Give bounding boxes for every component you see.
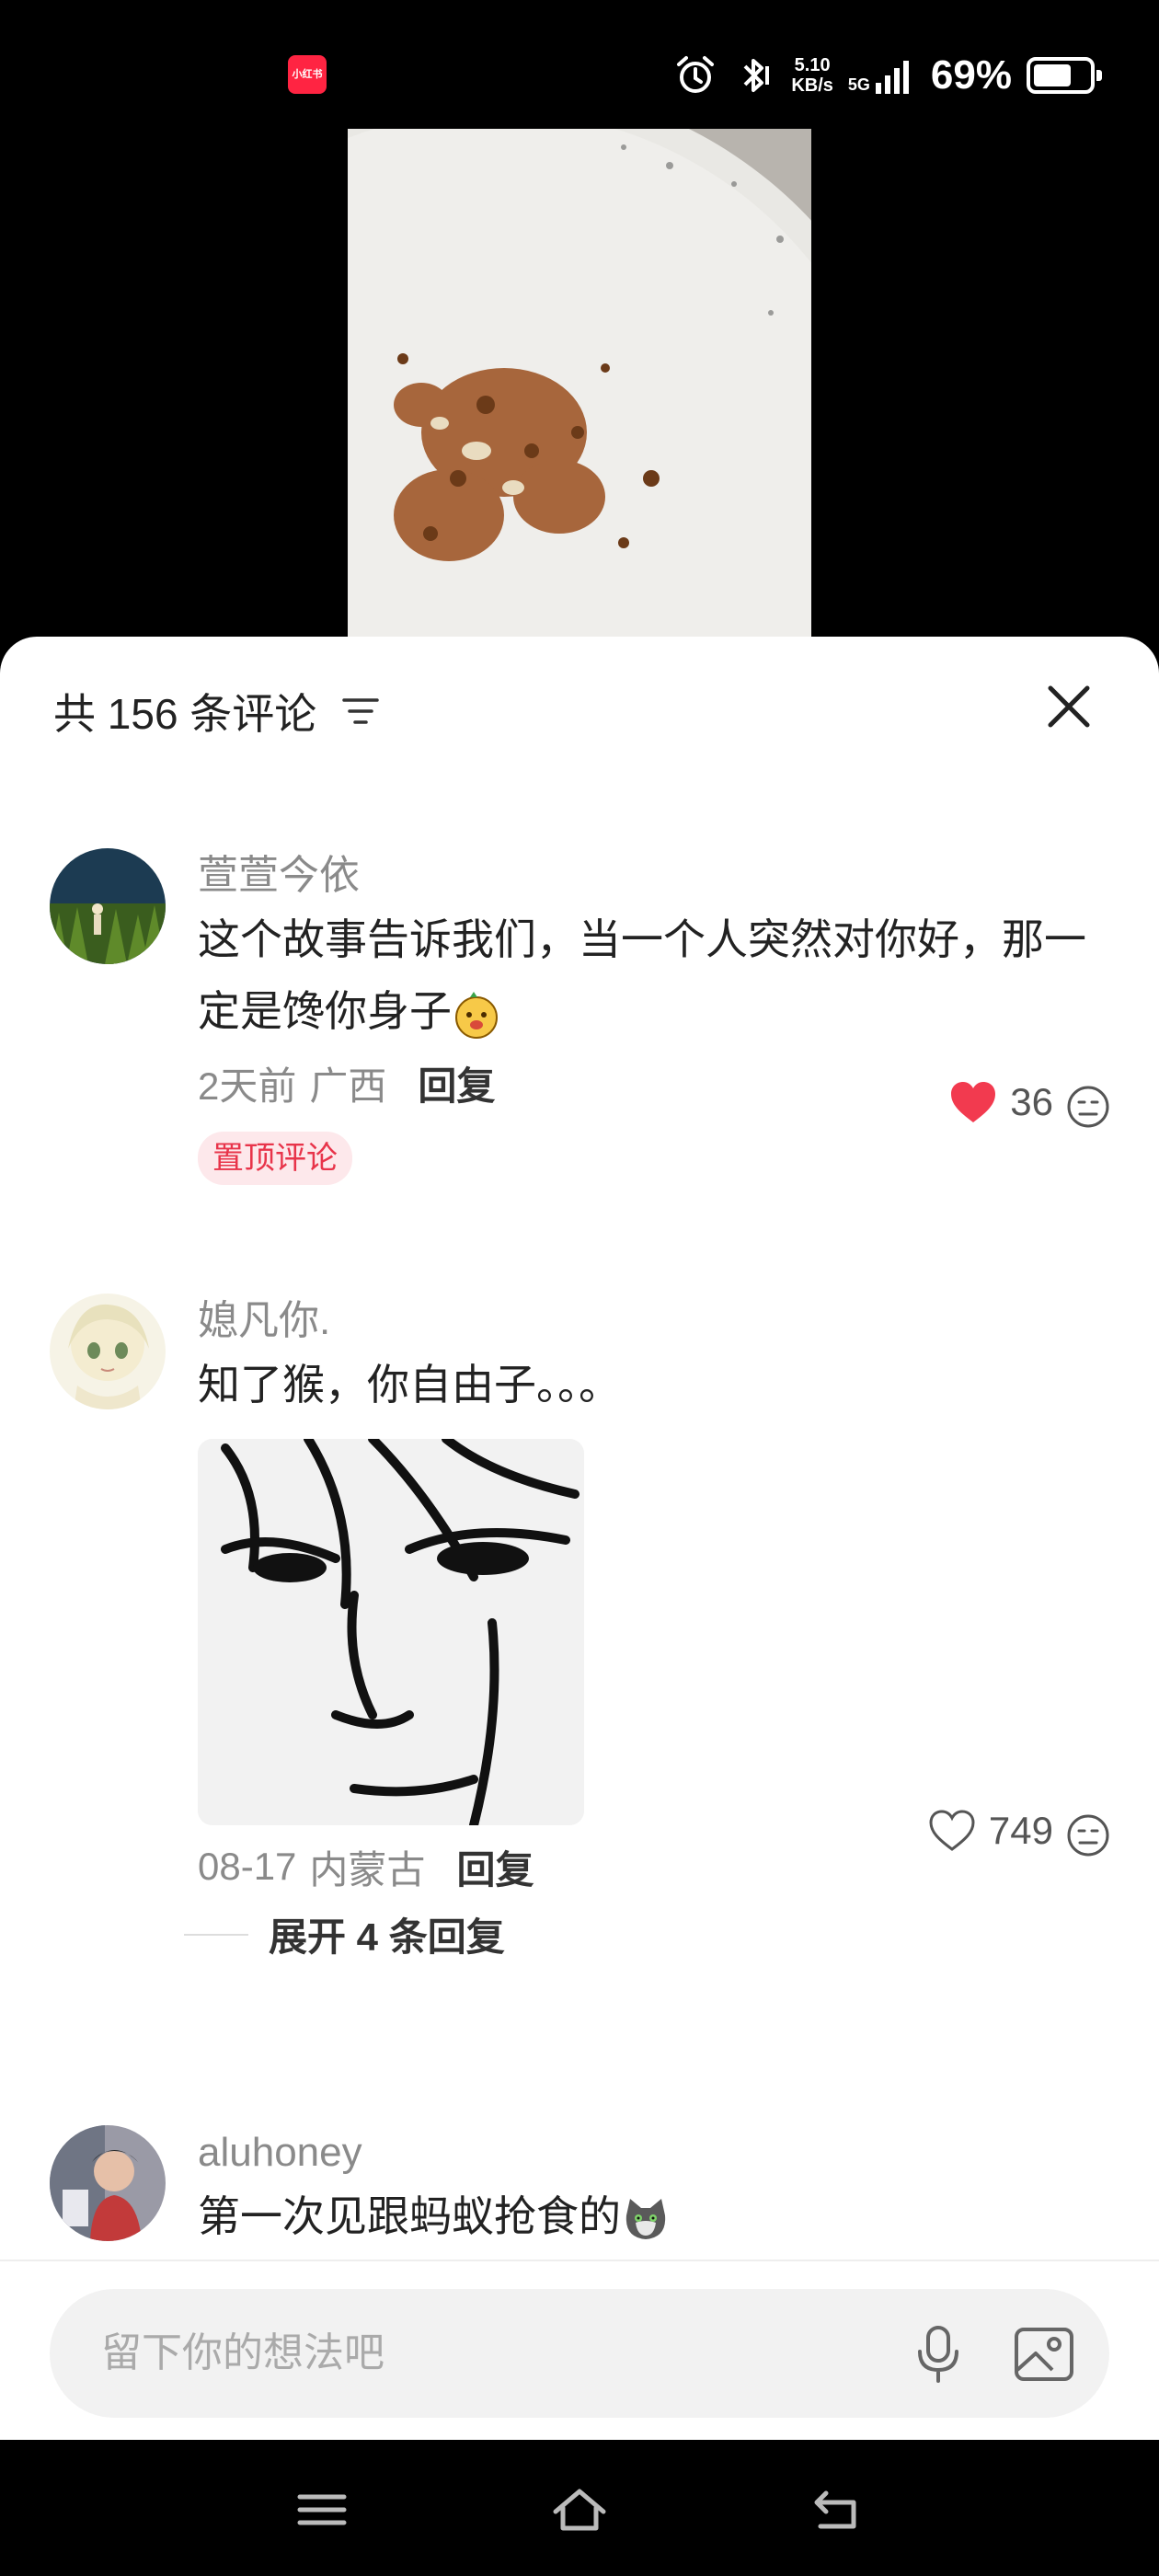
- close-icon[interactable]: [1041, 679, 1096, 734]
- net-speed: 5.10 KB/s: [791, 55, 833, 96]
- comment-text: 第一次见跟蚂蚁抢食的: [198, 2180, 1095, 2252]
- avatar-image: [50, 1294, 166, 1409]
- home-icon[interactable]: [550, 2480, 609, 2539]
- status-icons: 5.10 KB/s 5G 69%: [673, 48, 1102, 103]
- comment-text: 这个故事告诉我们，当一个人突然对你好，那一定是馋你身子: [198, 903, 1095, 1047]
- net-speed-unit: KB/s: [791, 75, 833, 96]
- system-nav-bar: [0, 2440, 1159, 2576]
- expand-replies-button[interactable]: 展开 4 条回复: [184, 1906, 505, 1962]
- avatar[interactable]: [50, 1294, 166, 1409]
- avatar[interactable]: [50, 2125, 166, 2241]
- battery-icon: [1027, 57, 1102, 94]
- reply-button[interactable]: 回复: [418, 1055, 495, 1111]
- smirk-emoji-icon: [455, 991, 498, 1039]
- comments-sheet: 共 156 条评论 萱萱今依 这个故事告诉我们，当一个人突然对你好，那一定是馋你…: [0, 637, 1159, 2440]
- alarm-icon: [677, 56, 715, 93]
- comment-input-bar: 留下你的想法吧: [0, 2260, 1159, 2440]
- bluetooth-icon: [743, 59, 770, 92]
- sort-icon[interactable]: [340, 691, 381, 731]
- post-media-image[interactable]: [348, 129, 811, 644]
- comment-input-placeholder: 留下你的想法吧: [101, 2330, 384, 2375]
- comment-text: 知了猴，你自由子。。。: [198, 1361, 621, 1409]
- emoji-reaction-icon[interactable]: [1065, 1084, 1111, 1130]
- comment-region: 广西: [309, 1064, 387, 1108]
- battery-percent: 69%: [930, 52, 1012, 98]
- heart-filled-icon: [951, 1082, 996, 1122]
- comment-region: 内蒙古: [309, 1847, 426, 1892]
- comment-date: 2天前: [198, 1064, 297, 1108]
- expand-divider: [184, 1933, 248, 1936]
- back-icon[interactable]: [808, 2480, 866, 2539]
- app-badge: 小红书: [288, 55, 327, 94]
- avatar-image: [50, 2125, 166, 2241]
- comments-header: 共 156 条评论: [53, 681, 381, 742]
- expand-replies-label: 展开 4 条回复: [269, 1915, 505, 1959]
- comment-sticker-image[interactable]: [198, 1439, 584, 1825]
- comment-body: 萱萱今依 这个故事告诉我们，当一个人突然对你好，那一定是馋你身子 2天前 广西 …: [198, 848, 1095, 1185]
- avatar[interactable]: [50, 848, 166, 964]
- comment-username[interactable]: 萱萱今依: [198, 848, 1095, 903]
- status-bar: 小红书 5.10 KB/s 5G 69%: [0, 0, 1159, 129]
- signal-group: 5G: [848, 57, 916, 94]
- comments-count: 共 156 条评论: [53, 690, 317, 738]
- menu-icon[interactable]: [293, 2480, 351, 2539]
- emoji-reaction-icon[interactable]: [1065, 1812, 1111, 1858]
- comment-text-content: 第一次见跟蚂蚁抢食的: [198, 2192, 621, 2240]
- pinned-badge: 置顶评论: [198, 1132, 352, 1185]
- network-type: 5G: [847, 75, 870, 94]
- comment-input[interactable]: 留下你的想法吧: [50, 2289, 1109, 2418]
- manga-face-sticker: [198, 1439, 584, 1825]
- comment-username[interactable]: 媳凡你.: [198, 1294, 1095, 1349]
- microphone-icon[interactable]: [907, 2322, 970, 2385]
- heart-outline-icon: [929, 1810, 975, 1851]
- like-button[interactable]: 36: [949, 1080, 1053, 1124]
- signal-icon: [875, 61, 909, 94]
- net-speed-value: 5.10: [794, 55, 831, 75]
- avatar-image: [50, 848, 166, 964]
- battery-cap: [1096, 70, 1102, 81]
- like-count: 36: [1010, 1080, 1053, 1123]
- like-count: 749: [988, 1809, 1053, 1852]
- like-button[interactable]: 749: [928, 1809, 1053, 1853]
- comment-text-content: 这个故事告诉我们，当一个人突然对你好，那一定是馋你身子: [198, 915, 1086, 1035]
- plate-photo: [348, 129, 811, 644]
- comment-username[interactable]: aluhoney: [198, 2125, 1095, 2180]
- cat-emoji-icon: [625, 2198, 666, 2239]
- comment-date: 08-17: [198, 1845, 297, 1888]
- reply-button[interactable]: 回复: [456, 1839, 534, 1895]
- battery-fill: [1034, 64, 1071, 86]
- image-icon[interactable]: [1012, 2322, 1076, 2386]
- comment-body: aluhoney 第一次见跟蚂蚁抢食的: [198, 2125, 1095, 2252]
